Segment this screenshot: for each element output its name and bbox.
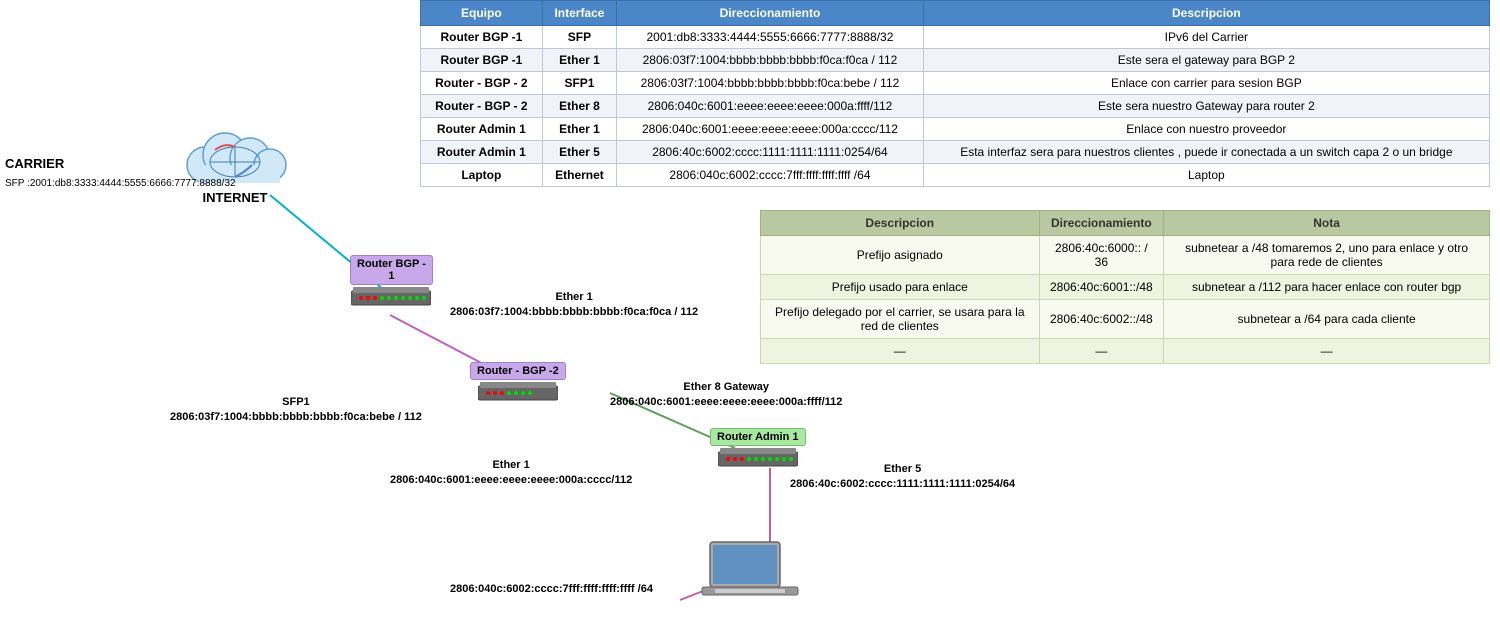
table-cell: IPv6 del Carrier [923,26,1489,49]
table-cell: — [761,339,1040,364]
sfp1-label: SFP1 2806:03f7:1004:bbbb:bbbb:bbbb:f0ca:… [170,395,422,426]
table-cell: 2806:40c:6000:: / 36 [1039,236,1164,275]
carrier-sfp: SFP :2001:db8:3333:4444:5555:6666:7777:8… [5,178,236,189]
second-table-container: Descripcion Direccionamiento Nota Prefij… [760,210,1490,364]
col-header-descripcion: Descripcion [923,1,1489,26]
table-cell: Este sera el gateway para BGP 2 [923,49,1489,72]
table-cell: Prefijo usado para enlace [761,275,1040,300]
table-row: Prefijo delegado por el carrier, se usar… [761,300,1490,339]
table-cell: subnetear a /112 para hacer enlace con r… [1164,275,1490,300]
laptop-icon [700,537,800,612]
table-cell: Enlace con carrier para sesion BGP [923,72,1489,95]
col2-header-desc: Descripcion [761,211,1040,236]
laptop-addr-label: 2806:040c:6002:cccc:7fff:ffff:ffff:ffff … [450,582,653,597]
ether5-label: Ether 5 2806:40c:6002:cccc:1111:1111:111… [790,462,1015,493]
table-row: Prefijo usado para enlace2806:40c:6001::… [761,275,1490,300]
table-cell: 2806:40c:6001::/48 [1039,275,1164,300]
table-cell: Prefijo asignado [761,236,1040,275]
table-cell: 2806:40c:6002::/48 [1039,300,1164,339]
internet-label: INTERNET [170,190,300,205]
router-bgp2-label: Router - BGP -2 [470,362,566,380]
network-diagram: INTERNET CARRIER SFP :2001:db8:3333:4444… [0,0,800,622]
router-bgp1-icon [351,287,431,309]
ether1-label-admin: Ether 1 2806:040c:6001:eeee:eeee:eeee:00… [390,458,632,489]
table-cell: Enlace con nuestro proveedor [923,118,1489,141]
col2-header-dir: Direccionamiento [1039,211,1164,236]
router-bgp1-label: Router BGP -1 [350,255,433,285]
router-bgp2-icon [478,382,558,404]
table-cell: Laptop [923,164,1489,187]
table-row: ——— [761,339,1490,364]
table-cell: Esta interfaz sera para nuestros cliente… [923,141,1489,164]
router-admin1-label: Router Admin 1 [710,428,806,446]
ether8-label: Ether 8 Gateway 2806:040c:6001:eeee:eeee… [610,380,842,411]
ether1-label-bgp1: Ether 1 2806:03f7:1004:bbbb:bbbb:bbbb:f0… [450,290,698,321]
router-bgp2: Router - BGP -2 [470,362,566,404]
table-cell: subnetear a /48 tomaremos 2, uno para en… [1164,236,1490,275]
carrier-label: CARRIER SFP :2001:db8:3333:4444:5555:666… [5,155,236,191]
table-cell: subnetear a /64 para cada cliente [1164,300,1490,339]
carrier-text: CARRIER [5,156,64,171]
router-admin1-icon [718,448,798,470]
router-bgp1: Router BGP -1 [350,255,433,309]
table-cell: — [1039,339,1164,364]
laptop-svg [700,537,800,607]
col2-header-nota: Nota [1164,211,1490,236]
table-row: Prefijo asignado2806:40c:6000:: / 36subn… [761,236,1490,275]
table-cell: — [1164,339,1490,364]
table-cell: Prefijo delegado por el carrier, se usar… [761,300,1040,339]
second-table: Descripcion Direccionamiento Nota Prefij… [760,210,1490,364]
table-cell: Este sera nuestro Gateway para router 2 [923,95,1489,118]
